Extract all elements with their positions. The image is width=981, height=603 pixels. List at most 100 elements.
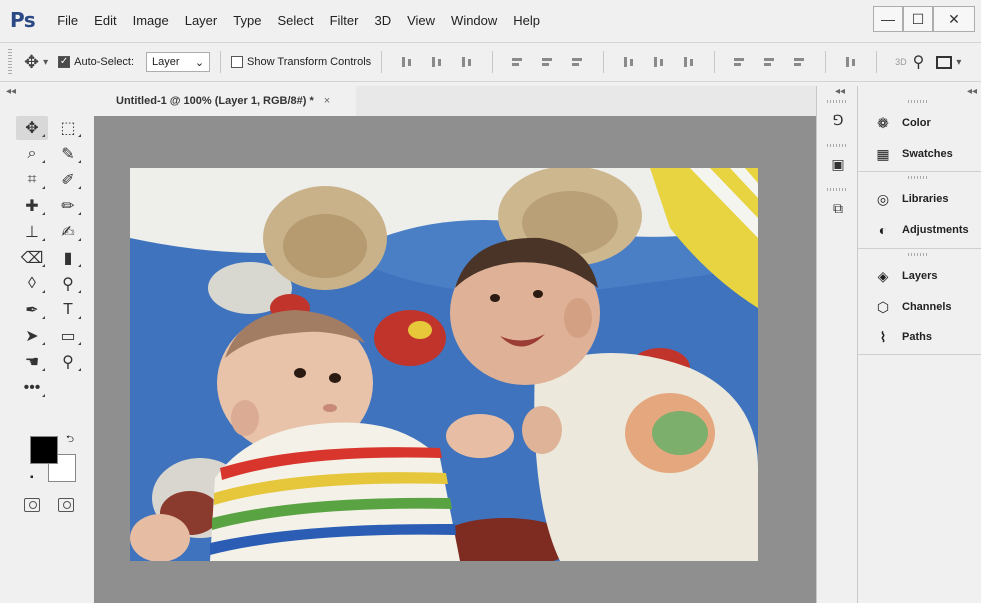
dodge-tool-icon[interactable]: ⚲ — [52, 272, 84, 296]
rectangle-tool-icon[interactable]: ▭ — [52, 324, 84, 348]
minimize-button[interactable]: — — [873, 6, 903, 32]
panel-adjustments[interactable]: ◐ Adjustments — [858, 218, 981, 242]
image-canvas[interactable] — [130, 168, 758, 561]
menu-file[interactable]: File — [57, 13, 78, 28]
distribute-bottom-edges-icon[interactable] — [682, 55, 696, 69]
align-right-edges-icon[interactable] — [571, 55, 585, 69]
collapse-dock-icon[interactable]: ◂◂ — [835, 86, 845, 98]
options-bar: ✥ ▾ ✓ Auto-Select: Layer ⌄ Show Transfor… — [0, 42, 981, 82]
auto-align-layers-icon[interactable] — [844, 55, 858, 69]
maximize-button[interactable]: ☐ — [903, 6, 933, 32]
align-bottom-edges-icon[interactable] — [460, 55, 474, 69]
separator — [876, 51, 878, 73]
gradient-tool-icon[interactable]: ▮ — [52, 246, 84, 270]
menu-select[interactable]: Select — [277, 13, 313, 28]
crop-tool-icon[interactable]: ⌗ — [16, 168, 48, 192]
close-icon[interactable]: × — [324, 95, 330, 107]
menu-3d[interactable]: 3D — [374, 13, 391, 28]
menu-type[interactable]: Type — [233, 13, 261, 28]
grid-icon: ▦ — [876, 145, 890, 162]
healing-brush-tool-icon[interactable]: ✚ — [16, 194, 48, 218]
panel-color-label: Color — [902, 117, 931, 129]
menu-view[interactable]: View — [407, 13, 435, 28]
document-tab[interactable]: Untitled-1 @ 100% (Layer 1, RGB/8#) * × — [94, 86, 356, 116]
options-bar-grip[interactable] — [8, 49, 12, 75]
default-colors-icon[interactable]: ▪ — [30, 472, 34, 483]
panel-grip[interactable] — [827, 100, 847, 103]
panel-color[interactable]: ❁ Color — [858, 111, 981, 135]
hand-tool-icon[interactable]: ☚ — [16, 350, 48, 374]
pen-tool-icon[interactable]: ✒ — [16, 298, 48, 322]
tool-grid: ✥ ⬚ ⌕ ✎ ⌗ ✐ ✚ ✏ ⊥ ✍ ⌫ ▮ ◊ ⚲ ✒ T ➤ ▭ ☚ ⚲ … — [16, 116, 88, 400]
photo-two-babies — [130, 168, 758, 561]
menu-edit[interactable]: Edit — [94, 13, 116, 28]
swap-colors-icon[interactable]: ⮌ — [66, 432, 74, 449]
photoshop-logo: Ps — [10, 8, 36, 32]
blur-tool-icon[interactable]: ◊ — [16, 272, 48, 296]
panel-grip[interactable] — [827, 144, 847, 147]
panel-layers-label: Layers — [902, 270, 938, 282]
collapse-toolbox-icon[interactable]: ◂◂ — [6, 86, 94, 98]
auto-select-target-dropdown[interactable]: Layer ⌄ — [146, 52, 211, 72]
distribute-left-edges-icon[interactable] — [733, 55, 747, 69]
marquee-tool-icon[interactable]: ⬚ — [52, 116, 84, 140]
type-tool-icon[interactable]: T — [52, 298, 84, 322]
brush-tool-icon[interactable]: ✏ — [52, 194, 84, 218]
move-tool-preset-icon[interactable]: ✥ — [24, 52, 39, 73]
auto-select-checkbox[interactable]: ✓ — [58, 56, 71, 68]
panel-grip[interactable] — [908, 100, 928, 103]
eyedropper-tool-icon[interactable]: ✐ — [52, 168, 84, 192]
search-icon[interactable]: ⚲ — [913, 52, 925, 72]
panel-swatches[interactable]: ▦ Swatches — [858, 142, 981, 166]
chevron-down-icon[interactable]: ▾ — [43, 57, 48, 68]
show-transform-controls-checkbox[interactable] — [231, 56, 244, 68]
quick-mask-icon[interactable] — [24, 498, 40, 512]
layers-icon: ◈ — [877, 267, 889, 284]
glyphs-panel-icon[interactable]: ⧉ — [827, 200, 849, 220]
chevron-down-icon[interactable]: ▾ — [956, 57, 961, 68]
properties-panel-icon[interactable]: ▣ — [827, 156, 849, 176]
align-left-edges-icon[interactable] — [511, 55, 525, 69]
collapse-panels-icon[interactable]: ◂◂ — [967, 86, 977, 98]
zoom-tool-icon[interactable]: ⚲ — [52, 350, 84, 374]
clone-stamp-tool-icon[interactable]: ⊥ — [16, 220, 48, 244]
foreground-color-swatch[interactable] — [30, 436, 58, 464]
separator — [381, 51, 383, 73]
lasso-tool-icon[interactable]: ⌕ — [16, 142, 48, 166]
quick-selection-tool-icon[interactable]: ✎ — [52, 142, 84, 166]
menu-filter[interactable]: Filter — [330, 13, 359, 28]
separator — [714, 51, 716, 73]
distribute-top-edges-icon[interactable] — [622, 55, 636, 69]
history-brush-tool-icon[interactable]: ✍ — [52, 220, 84, 244]
distribute-horizontal-centers-icon[interactable] — [763, 55, 777, 69]
separator — [220, 51, 222, 73]
menu-layer[interactable]: Layer — [185, 13, 218, 28]
history-panel-icon[interactable]: ⅁ — [827, 112, 849, 132]
edit-toolbar-icon[interactable]: ••• — [16, 376, 48, 400]
menu-help[interactable]: Help — [513, 13, 540, 28]
chevron-down-icon: ⌄ — [194, 56, 205, 69]
align-vertical-centers-icon[interactable] — [430, 55, 444, 69]
menu-image[interactable]: Image — [133, 13, 169, 28]
panel-grip[interactable] — [908, 176, 928, 179]
panel-layers[interactable]: ◈ Layers — [858, 264, 981, 288]
panel-paths[interactable]: ⌇ Paths — [858, 325, 981, 349]
workspace-icon[interactable] — [936, 55, 953, 69]
close-window-button[interactable]: ✕ — [933, 6, 975, 32]
eraser-tool-icon[interactable]: ⌫ — [16, 246, 48, 270]
menu-window[interactable]: Window — [451, 13, 497, 28]
panel-grip[interactable] — [827, 188, 847, 191]
toolbox: ◂◂ ✥ ⬚ ⌕ ✎ ⌗ ✐ ✚ ✏ ⊥ ✍ ⌫ ▮ ◊ ⚲ ✒ T ➤ ▭ ☚… — [6, 86, 94, 603]
path-selection-tool-icon[interactable]: ➤ — [16, 324, 48, 348]
move-tool-icon[interactable]: ✥ — [16, 116, 48, 140]
panel-divider — [858, 354, 981, 355]
distribute-right-edges-icon[interactable] — [793, 55, 807, 69]
screen-mode-icon[interactable] — [58, 498, 74, 512]
align-top-edges-icon[interactable] — [400, 55, 414, 69]
panel-libraries[interactable]: ◎ Libraries — [858, 187, 981, 211]
panel-channels[interactable]: ⬡ Channels — [858, 295, 981, 319]
panel-grip[interactable] — [908, 253, 928, 256]
align-horizontal-centers-icon[interactable] — [541, 55, 555, 69]
panel-libraries-label: Libraries — [902, 193, 949, 205]
distribute-vertical-centers-icon[interactable] — [652, 55, 666, 69]
